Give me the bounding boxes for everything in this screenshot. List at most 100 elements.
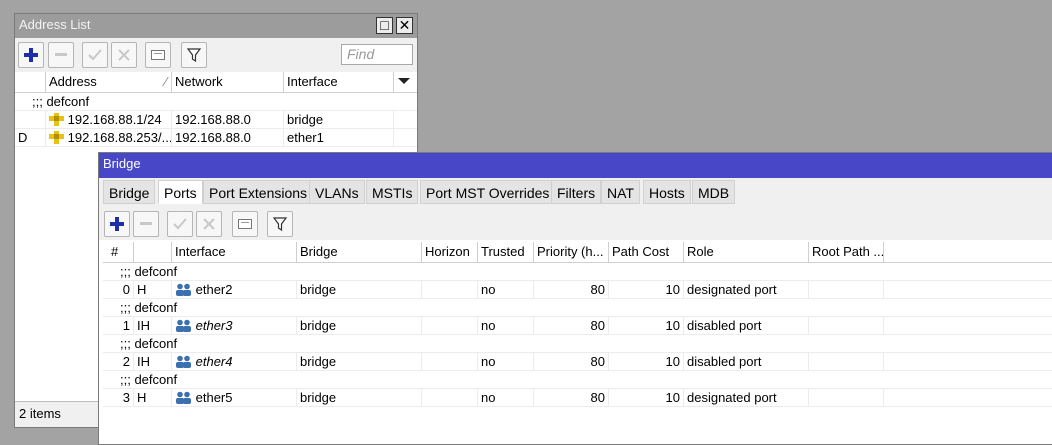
tab-bridge[interactable]: Bridge xyxy=(103,180,156,204)
col-interface[interactable]: Interface xyxy=(284,72,394,92)
address-table-header: Address ⁄ Network Interface xyxy=(15,72,417,93)
col-interface[interactable]: Interface xyxy=(172,242,297,262)
plus-icon xyxy=(110,217,124,231)
row-interface: ether4 xyxy=(172,353,297,370)
x-icon xyxy=(203,218,215,230)
col-root-path[interactable]: Root Path ... xyxy=(809,242,884,262)
col-address[interactable]: Address ⁄ xyxy=(46,72,172,92)
row-horizon xyxy=(422,281,478,298)
bridge-titlebar[interactable]: Bridge xyxy=(99,153,1052,178)
disable-button[interactable] xyxy=(111,42,137,68)
table-row[interactable]: 2 IH ether4 bridge no 80 10 disabled por… xyxy=(103,353,1052,371)
remove-button[interactable] xyxy=(133,211,159,237)
interface-users-icon xyxy=(176,355,191,368)
row-interface: bridge xyxy=(284,111,394,128)
tab-mdb[interactable]: MDB xyxy=(692,180,736,204)
add-button[interactable] xyxy=(104,211,130,237)
minus-icon xyxy=(55,53,67,56)
item-count: 2 items xyxy=(19,406,61,421)
x-icon xyxy=(118,49,130,61)
chevron-down-icon xyxy=(398,78,410,84)
tab-port-extensions[interactable]: Port Extensions xyxy=(203,180,314,204)
col-horizon[interactable]: Horizon xyxy=(422,242,478,262)
comment-text: ;;; defconf xyxy=(120,372,178,387)
table-row[interactable]: 192.168.88.1/24 192.168.88.0 bridge xyxy=(15,111,417,129)
row-role: disabled port xyxy=(684,317,809,334)
comment-button[interactable] xyxy=(232,211,258,237)
filter-button[interactable] xyxy=(181,42,207,68)
find-input[interactable]: Find xyxy=(341,44,413,65)
address-tag-icon xyxy=(49,131,64,144)
row-priority: 80 xyxy=(534,317,609,334)
col-flags[interactable] xyxy=(15,72,46,92)
filter-button[interactable] xyxy=(267,211,293,237)
table-row[interactable]: 1 IH ether3 bridge no 80 10 disabled por… xyxy=(103,317,1052,335)
col-trusted[interactable]: Trusted xyxy=(478,242,534,262)
tab-mstis[interactable]: MSTIs xyxy=(366,180,419,204)
row-flag: IH xyxy=(134,317,172,334)
col-priority[interactable]: Priority (h... xyxy=(534,242,609,262)
address-list-titlebar[interactable]: Address List □ ✕ xyxy=(15,14,417,38)
row-interface: ether3 xyxy=(172,317,297,334)
address-toolbar: Find xyxy=(15,38,417,72)
ports-toolbar xyxy=(99,206,1052,240)
tab-port-mst-overrides[interactable]: Port MST Overrides xyxy=(420,180,556,204)
column-menu-button[interactable] xyxy=(394,72,417,92)
col-role[interactable]: Role xyxy=(684,242,809,262)
row-horizon xyxy=(422,317,478,334)
row-interface: ether2 xyxy=(172,281,297,298)
row-path-cost: 10 xyxy=(609,353,684,370)
ports-table-body: ;;; defconf 0 H ether2 bridge no 80 10 d… xyxy=(103,263,1052,413)
bridge-tabs: Bridge Ports Port Extensions VLANs MSTIs… xyxy=(99,178,1052,206)
comment-text: ;;; defconf xyxy=(32,94,90,109)
row-path-cost: 10 xyxy=(609,389,684,406)
col-network[interactable]: Network xyxy=(172,72,284,92)
window-title: Address List xyxy=(19,17,91,32)
comment-text: ;;; defconf xyxy=(120,264,178,279)
row-bridge: bridge xyxy=(297,353,422,370)
tab-filters[interactable]: Filters xyxy=(551,180,602,204)
comment-row[interactable]: ;;; defconf xyxy=(15,93,417,111)
row-bridge: bridge xyxy=(297,389,422,406)
col-flags[interactable] xyxy=(134,242,172,262)
tab-ports[interactable]: Ports xyxy=(158,180,203,204)
tab-hosts[interactable]: Hosts xyxy=(643,180,691,204)
row-flag: D xyxy=(15,129,46,146)
row-role: designated port xyxy=(684,389,809,406)
col-bridge[interactable]: Bridge xyxy=(297,242,422,262)
remove-button[interactable] xyxy=(48,42,74,68)
enable-button[interactable] xyxy=(167,211,193,237)
row-network: 192.168.88.0 xyxy=(172,111,284,128)
note-icon xyxy=(151,50,165,60)
col-number[interactable]: # xyxy=(103,242,134,262)
comment-row[interactable]: ;;; defconf xyxy=(103,335,1052,353)
window-title: Bridge xyxy=(103,156,141,171)
row-number: 2 xyxy=(103,353,134,370)
enable-button[interactable] xyxy=(82,42,108,68)
close-button[interactable]: ✕ xyxy=(396,17,413,34)
col-path-cost[interactable]: Path Cost xyxy=(609,242,684,262)
row-horizon xyxy=(422,353,478,370)
comment-text: ;;; defconf xyxy=(120,336,178,351)
comment-button[interactable] xyxy=(145,42,171,68)
comment-row[interactable]: ;;; defconf xyxy=(103,371,1052,389)
comment-row[interactable]: ;;; defconf xyxy=(103,263,1052,281)
row-root-path xyxy=(809,317,884,334)
disable-button[interactable] xyxy=(196,211,222,237)
tab-vlans[interactable]: VLANs xyxy=(309,180,365,204)
table-row[interactable]: 0 H ether2 bridge no 80 10 designated po… xyxy=(103,281,1052,299)
table-row[interactable]: 3 H ether5 bridge no 80 10 designated po… xyxy=(103,389,1052,407)
check-icon xyxy=(173,218,187,230)
row-flag xyxy=(15,111,46,128)
row-bridge: bridge xyxy=(297,317,422,334)
ports-table-header: # Interface Bridge Horizon Trusted Prior… xyxy=(103,242,1052,263)
row-role: designated port xyxy=(684,281,809,298)
check-icon xyxy=(88,49,102,61)
add-button[interactable] xyxy=(18,42,44,68)
tab-nat[interactable]: NAT xyxy=(601,180,640,204)
comment-text: ;;; defconf xyxy=(120,300,178,315)
bridge-window: Bridge Bridge Ports Port Extensions VLAN… xyxy=(98,152,1052,445)
table-row[interactable]: D 192.168.88.253/... 192.168.88.0 ether1 xyxy=(15,129,417,147)
comment-row[interactable]: ;;; defconf xyxy=(103,299,1052,317)
maximize-button[interactable]: □ xyxy=(376,17,393,34)
